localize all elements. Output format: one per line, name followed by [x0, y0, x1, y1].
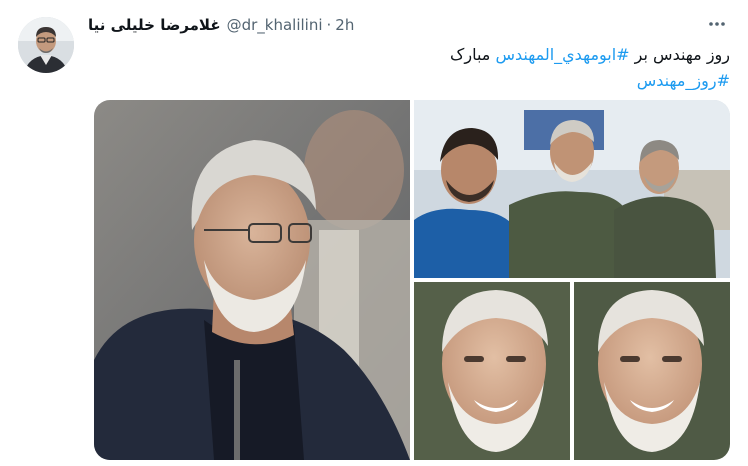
tweet-text: روز مهندس بر #ابومهدي_المهندس مبارک #روز…	[90, 42, 730, 94]
media-grid	[94, 100, 730, 460]
tweet-text-line-2: #روز_مهندس	[90, 68, 730, 94]
more-horizontal-icon[interactable]	[704, 13, 730, 35]
header-separator: ·	[326, 16, 332, 34]
tweet-card[interactable]: غلامرضا خلیلی نیا @dr_khalilini · 2h روز…	[0, 0, 748, 466]
avatar[interactable]	[18, 17, 74, 73]
tweet-text-line-1: روز مهندس بر #ابومهدي_المهندس مبارک	[90, 42, 730, 68]
photo-1[interactable]	[94, 100, 410, 460]
tweet-header: غلامرضا خلیلی نیا @dr_khalilini · 2h	[88, 14, 354, 36]
photo-2[interactable]	[414, 100, 730, 278]
photo-3[interactable]	[414, 282, 730, 460]
hashtag-link-2[interactable]: #روز_مهندس	[637, 71, 730, 90]
user-handle[interactable]: @dr_khalilini	[227, 16, 323, 34]
display-name[interactable]: غلامرضا خلیلی نیا	[88, 16, 221, 34]
text-part-2: مبارک	[450, 45, 496, 64]
timestamp[interactable]: 2h	[335, 16, 354, 34]
hashtag-link-1[interactable]: #ابومهدي_المهندس	[495, 45, 629, 64]
text-part-1: روز مهندس بر	[629, 45, 730, 64]
